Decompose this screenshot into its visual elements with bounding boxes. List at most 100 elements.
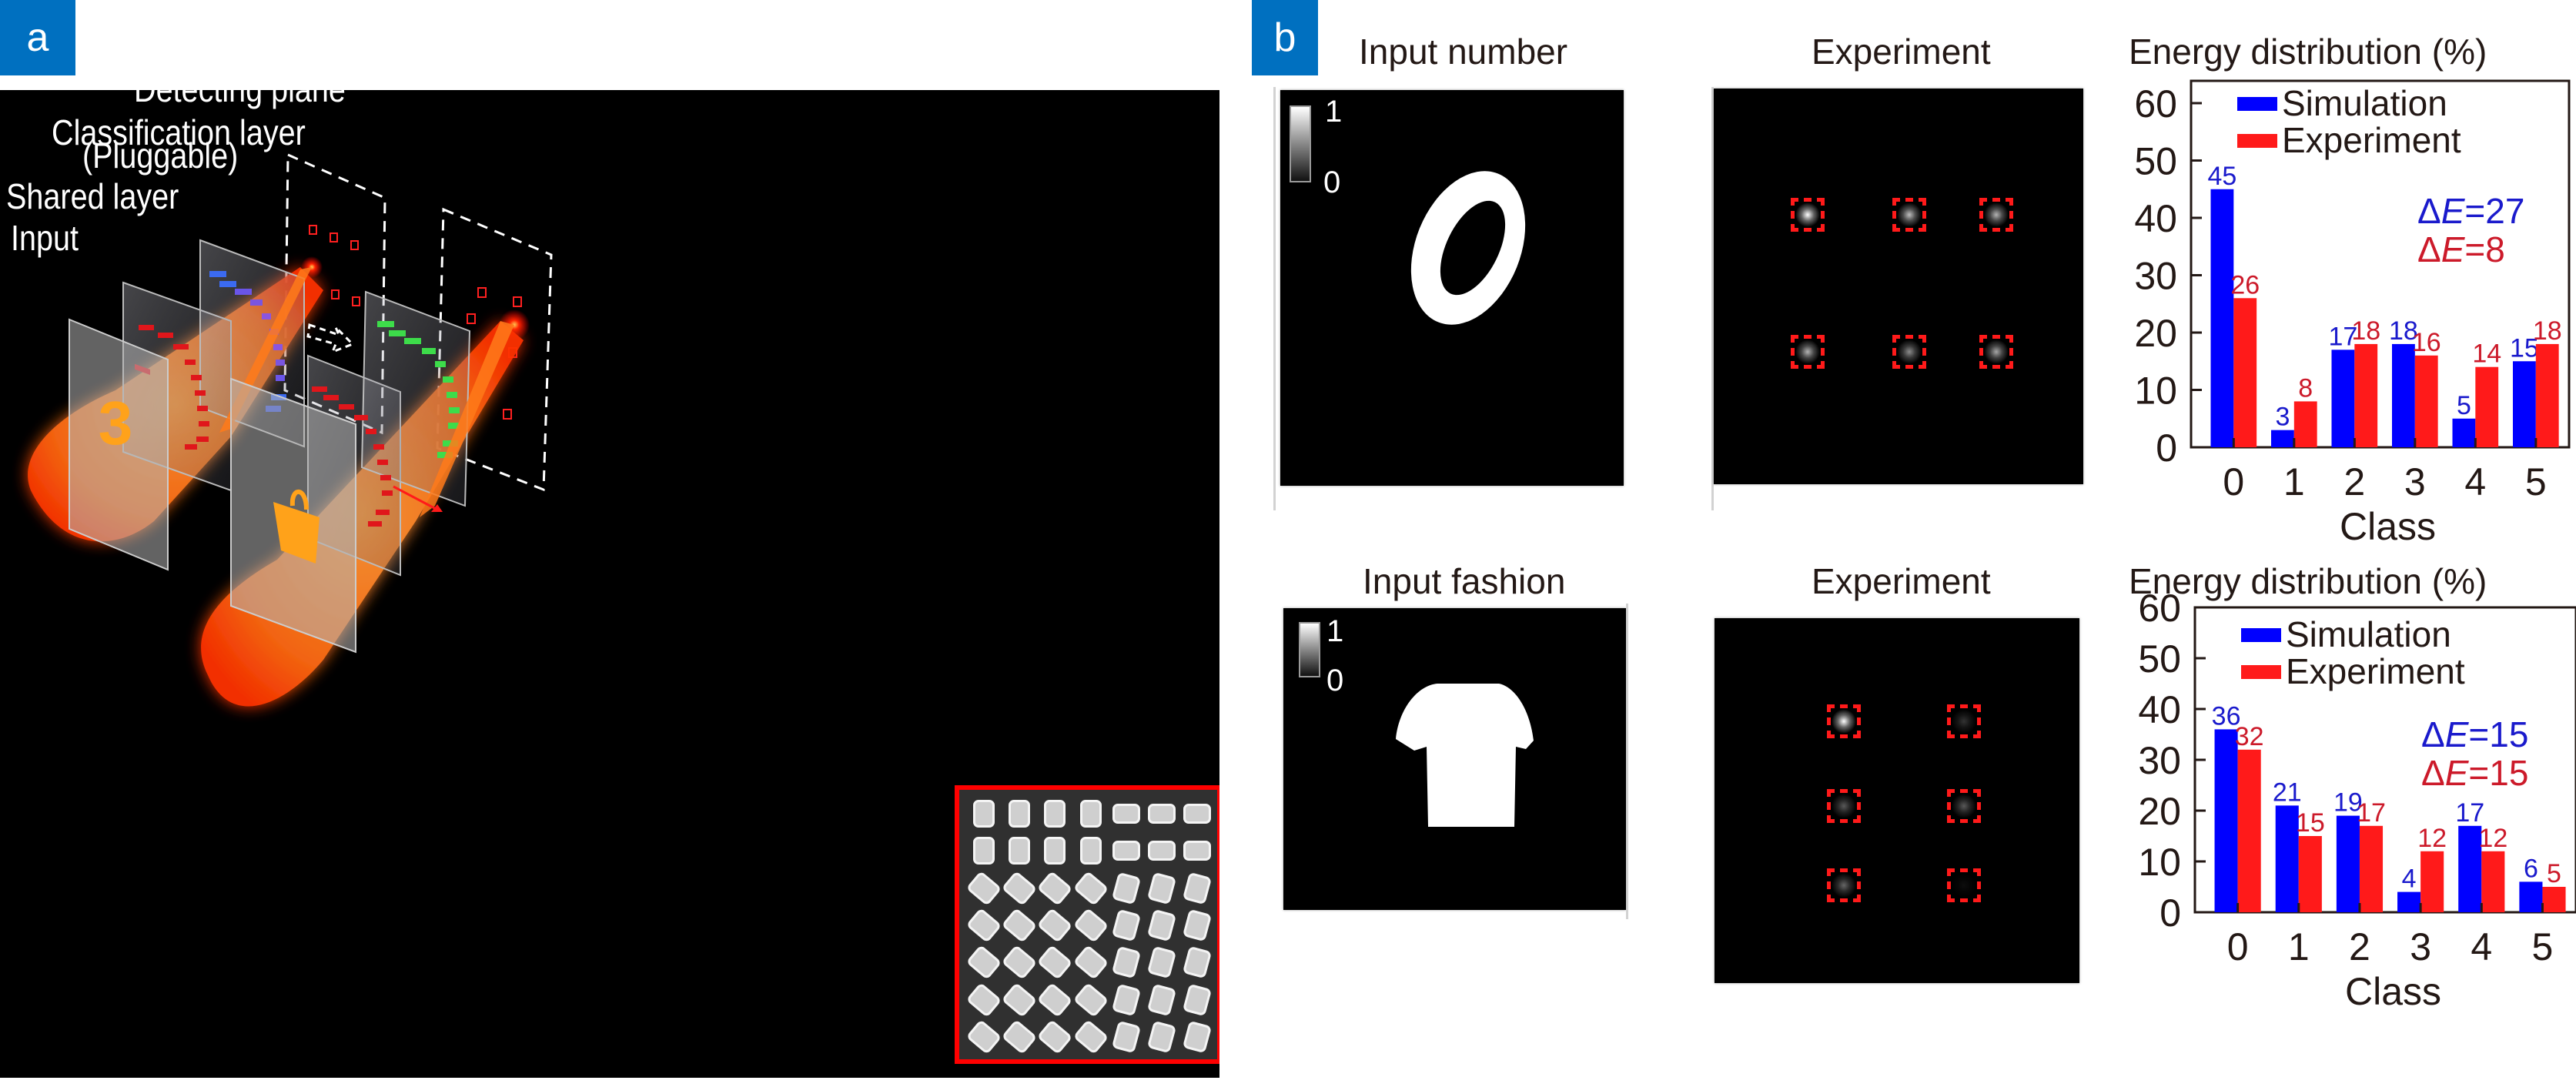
nanopillar (965, 982, 1002, 1018)
divider (1626, 604, 1628, 919)
bar-value-label: 16 (2412, 328, 2441, 357)
light-spot (1952, 794, 1976, 818)
nanopillar (965, 907, 1002, 944)
light-spot (1795, 202, 1820, 227)
nanopillar (965, 1018, 1002, 1055)
delta-e-annotation: ΔE=27 (2417, 191, 2524, 231)
bar-experiment (2359, 825, 2384, 912)
bar-experiment (2420, 851, 2444, 912)
y-tick-label: 60 (2138, 593, 2181, 630)
x-axis-label: Class (2345, 970, 2441, 1013)
legend-swatch-simulation (2241, 628, 2281, 642)
nanopillar (1072, 945, 1109, 981)
nanopillar (1112, 804, 1140, 824)
bar-value-label: 14 (2472, 339, 2501, 369)
nanopillar (965, 870, 1002, 906)
nanopillar (973, 800, 995, 828)
y-tick-label: 30 (2138, 739, 2181, 782)
title-experiment-1: Experiment (1812, 32, 1991, 72)
bar-value-label: 26 (2230, 270, 2260, 299)
nanopillar (1182, 946, 1213, 979)
bar-experiment (2542, 887, 2566, 912)
light-spot (1832, 794, 1856, 818)
x-tick-label: 1 (2283, 460, 2305, 503)
y-tick-label: 30 (2134, 255, 2177, 298)
bar-value-label: 12 (2417, 824, 2447, 853)
delta-e-annotation: ΔE=8 (2417, 229, 2505, 269)
nanopillar (1036, 945, 1073, 981)
nanopillar (1009, 837, 1031, 865)
nanopillar (1183, 841, 1211, 861)
bar-experiment (2293, 401, 2317, 447)
nanopillar (1146, 946, 1176, 979)
bar-value-label: 18 (2533, 316, 2562, 346)
nanopillar (1146, 983, 1176, 1016)
bar-chart-svg: 01020304050603632021151191724123171246 55… (2138, 587, 2576, 1013)
experiment-image-1 (1714, 89, 2083, 484)
legend-swatch-simulation (2237, 97, 2277, 111)
bar-value-label: 8 (2298, 373, 2313, 403)
delta-e-annotation: ΔE=15 (2421, 714, 2528, 754)
legend-label-simulation: Simulation (2286, 614, 2451, 654)
bar-simulation (2331, 350, 2355, 447)
x-tick-label: 5 (2525, 460, 2547, 503)
nanopillar (1044, 837, 1066, 865)
x-tick-label: 1 (2288, 925, 2310, 968)
nanopillar (1072, 870, 1109, 906)
nanopillar (1072, 1018, 1109, 1055)
y-tick-label: 10 (2134, 370, 2177, 413)
bar-experiment (2481, 851, 2505, 912)
nanopillar (1036, 1018, 1073, 1055)
nanopillar (1147, 841, 1176, 861)
metasurface-inset (955, 785, 1219, 1064)
bar-value-label: 6 (2524, 854, 2538, 883)
y-tick-label: 40 (2138, 688, 2181, 731)
chart-title-1: Energy distribution (%) (2129, 32, 2487, 72)
light-spot (1952, 873, 1976, 898)
label-shared-layer: Shared layer (6, 176, 179, 216)
label-detecting-plane: Detecting plane (134, 90, 346, 110)
nanopillar (1182, 908, 1213, 942)
x-tick-label: 0 (2223, 460, 2244, 503)
title-input-fashion: Input fashion (1363, 561, 1566, 601)
legend-swatch-experiment (2237, 134, 2277, 148)
energy-chart-2: 0 10 20 30 40 50 60 36 32 0 21 15 1 19 17 2 4 12 3 17 12 4 6 5 5… (2109, 587, 2576, 1083)
t-shirt-shape (1396, 684, 1534, 827)
x-tick-label: 5 (2532, 925, 2554, 968)
x-tick-label: 3 (2410, 925, 2431, 968)
experiment-image-2 (1715, 618, 2079, 983)
nanopillar (1112, 841, 1140, 861)
label-input: Input (11, 218, 79, 258)
switch-arrow-icon (306, 323, 355, 354)
light-spot (1984, 202, 2009, 227)
bar-experiment (2354, 343, 2378, 447)
nanopillar (1111, 946, 1141, 979)
y-tick-label: 20 (2134, 312, 2177, 355)
nanopillar (1001, 870, 1038, 906)
bar-simulation (2336, 815, 2360, 912)
nanopillar (1001, 982, 1038, 1018)
nanopillar (1182, 983, 1213, 1016)
y-tick-label: 0 (2156, 426, 2177, 470)
bar-experiment (2475, 366, 2499, 447)
x-tick-label: 4 (2471, 925, 2492, 968)
bar-simulation (2270, 430, 2294, 447)
nanopillar (1111, 871, 1141, 905)
input-number-image: 1 0 (1280, 90, 1624, 486)
divider (1273, 87, 1276, 510)
bar-experiment (2233, 298, 2257, 447)
nanopillar (1001, 945, 1038, 981)
bar-value-label: 5 (2457, 391, 2471, 420)
bar-simulation (2214, 729, 2238, 912)
nanopillar (1036, 907, 1073, 944)
x-tick-label: 2 (2343, 460, 2365, 503)
x-tick-label: 0 (2227, 925, 2249, 968)
nanopillar (1146, 1020, 1176, 1054)
nanopillar (1111, 1020, 1141, 1054)
bar-value-label: 4 (2402, 865, 2417, 894)
label-pluggable: (Pluggable) (82, 135, 239, 176)
nanopillar (1036, 982, 1073, 1018)
bar-simulation (2512, 361, 2536, 447)
bar-chart-svg: 0102030405060452603811718218163514415185… (2134, 79, 2571, 548)
nanopillar (965, 945, 1002, 981)
